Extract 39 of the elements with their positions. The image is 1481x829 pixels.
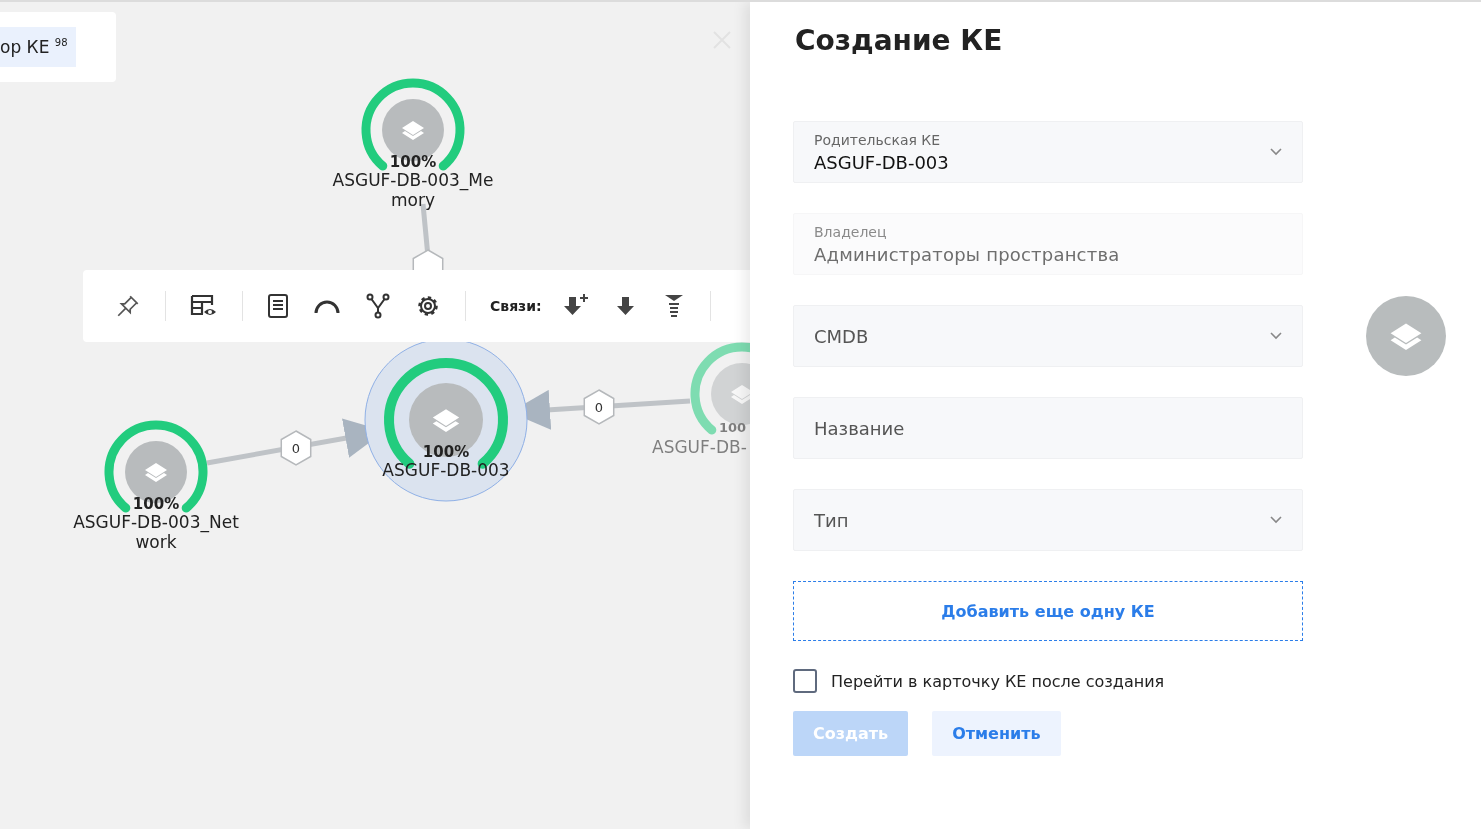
- node-label: mory: [391, 190, 435, 210]
- node-circle[interactable]: [409, 383, 483, 457]
- node-label: ASGUF-DB-003_Me: [332, 170, 494, 190]
- cancel-button[interactable]: Отменить: [932, 711, 1061, 756]
- chevron-down-icon: [1270, 516, 1282, 524]
- checkbox[interactable]: [793, 669, 817, 693]
- select-field[interactable]: CMDB: [793, 305, 1303, 367]
- chevron-down-icon: [1270, 332, 1282, 340]
- select-field[interactable]: Тип: [793, 489, 1303, 551]
- layers-icon: [1389, 321, 1423, 351]
- node-percent: 100%: [422, 443, 470, 461]
- node-label: ASGUF-DB-003: [382, 460, 510, 480]
- links-label: Связи:: [490, 298, 542, 314]
- settings-icon[interactable]: [415, 293, 441, 319]
- document-icon[interactable]: [267, 293, 289, 319]
- layers-icon: [432, 409, 460, 432]
- node-label: ASGUF-DB-003_Net: [73, 512, 239, 532]
- layers-icon: [731, 385, 750, 404]
- select-field[interactable]: Родительская КЕ ASGUF-DB-003: [793, 121, 1303, 183]
- fork-icon[interactable]: [365, 293, 391, 319]
- add-item-button[interactable]: Добавить еще одну КЕ: [793, 581, 1303, 641]
- node-percent: 100%: [389, 153, 437, 171]
- input-field[interactable]: Название: [793, 397, 1303, 459]
- edge-count: 0: [291, 441, 301, 456]
- filter-chip[interactable]: ор КЕ $^{98}$: [0, 27, 76, 67]
- node-percent: 100: [719, 420, 747, 435]
- layers-icon: [145, 463, 167, 482]
- edge-counter: [280, 430, 312, 466]
- node-label: ASGUF-DB-: [652, 437, 747, 457]
- panel-title: Создание КЕ: [795, 24, 1004, 57]
- checkbox-label: Перейти в карточку КЕ после создания: [831, 671, 1165, 691]
- node-label: work: [135, 532, 177, 552]
- edge-count: 0: [594, 400, 604, 415]
- edge-counter: [583, 389, 615, 425]
- checkbox-row[interactable]: Перейти в карточку КЕ после создания: [793, 669, 1303, 693]
- node-percent: 100%: [132, 495, 180, 513]
- chevron-down-icon: [1270, 148, 1282, 156]
- pin-icon[interactable]: [115, 293, 141, 319]
- layers-icon: [402, 121, 424, 140]
